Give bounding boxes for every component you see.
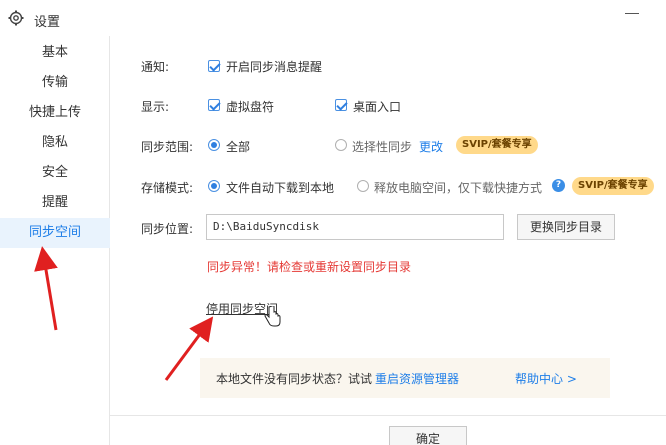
sync-location-label: 同步位置:	[141, 222, 194, 236]
sync-path-input[interactable]: D:\BaiduSyncdisk	[206, 214, 504, 240]
info-text: 本地文件没有同步状态？试试	[216, 372, 373, 386]
sidebar-item-sync-space[interactable]: 同步空间	[0, 218, 110, 248]
sidebar-item-security[interactable]: 安全	[0, 158, 110, 188]
sync-error-message: 同步异常！请检查或重新设置同步目录	[207, 260, 412, 274]
auto-download-option: 文件自动下载到本地	[226, 181, 335, 195]
display-label: 显示:	[141, 100, 170, 114]
restart-explorer-link[interactable]: 重启资源管理器	[375, 370, 459, 387]
sidebar-item-quick-upload[interactable]: 快捷上传	[0, 98, 110, 128]
gear-icon	[8, 10, 24, 26]
help-center-link[interactable]: 帮助中心 >	[515, 370, 577, 387]
title-bar: 设置	[0, 0, 666, 36]
notify-label: 通知:	[141, 60, 170, 74]
window-title: 设置	[34, 15, 61, 30]
help-icon[interactable]: ?	[552, 179, 565, 192]
notify-option: 开启同步消息提醒	[226, 60, 323, 74]
minimize-button[interactable]	[625, 8, 639, 14]
hand-cursor-icon	[264, 306, 281, 327]
sync-all-radio[interactable]	[208, 139, 220, 151]
auto-download-radio[interactable]	[208, 180, 220, 192]
change-link[interactable]: 更改	[419, 138, 443, 155]
sidebar-item-transfer[interactable]: 传输	[0, 68, 110, 98]
footer-divider	[110, 415, 666, 416]
free-space-option: 释放电脑空间，仅下载快捷方式	[374, 181, 543, 195]
virtual-drive-option: 虚拟盘符	[226, 100, 275, 114]
sidebar-item-privacy[interactable]: 隐私	[0, 128, 110, 158]
sidebar-item-reminder[interactable]: 提醒	[0, 188, 110, 218]
info-box: 本地文件没有同步状态？试试 重启资源管理器 帮助中心 >	[200, 358, 610, 398]
sidebar-item-basic[interactable]: 基本	[0, 38, 110, 68]
virtual-drive-checkbox[interactable]	[208, 99, 220, 111]
selective-sync-radio[interactable]	[335, 139, 347, 151]
selective-sync-option: 选择性同步	[352, 140, 413, 154]
desktop-entry-checkbox[interactable]	[335, 99, 347, 111]
sync-scope-label: 同步范围:	[141, 140, 194, 154]
free-space-radio[interactable]	[357, 180, 369, 192]
sidebar: 基本 传输 快捷上传 隐私 安全 提醒 同步空间	[0, 36, 110, 445]
storage-mode-label: 存储模式:	[141, 181, 194, 195]
notify-checkbox[interactable]	[208, 60, 220, 72]
change-sync-directory-button[interactable]: 更换同步目录	[517, 214, 615, 240]
svip-badge: SVIP/套餐专享	[572, 177, 654, 195]
sync-all-option: 全部	[226, 140, 251, 154]
ok-button[interactable]: 确定	[389, 426, 467, 445]
desktop-entry-option: 桌面入口	[353, 100, 402, 114]
svip-badge: SVIP/套餐专享	[456, 136, 538, 154]
